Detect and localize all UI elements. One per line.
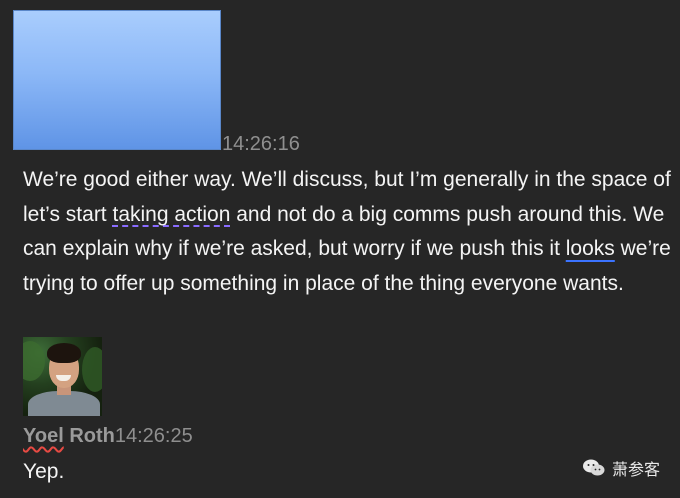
avatar-background-leaf [82, 347, 102, 392]
wechat-icon [582, 458, 606, 478]
redacted-sender-box [13, 10, 221, 150]
author-first-name: Yoel [23, 425, 64, 447]
watermark: 萧参客 [582, 456, 660, 480]
message-timestamp: 14:26:25 [114, 425, 193, 447]
author-name: Yoel Roth [23, 423, 115, 449]
message-body: Yep. [23, 460, 65, 483]
avatar-hair [47, 343, 81, 363]
grammar-flagged-word: looks [565, 237, 615, 260]
avatar [23, 337, 102, 416]
message-body: We’re good either way. We’ll discuss, bu… [23, 163, 673, 301]
message-timestamp: 14:26:16 [222, 133, 300, 155]
avatar-background-leaf [23, 341, 45, 381]
author-last-name: Roth [63, 425, 115, 447]
message-author-line: Yoel Roth 14:26:25 [23, 423, 193, 449]
grammar-flagged-phrase: taking action [112, 202, 231, 226]
watermark-text: 萧参客 [611, 462, 660, 479]
